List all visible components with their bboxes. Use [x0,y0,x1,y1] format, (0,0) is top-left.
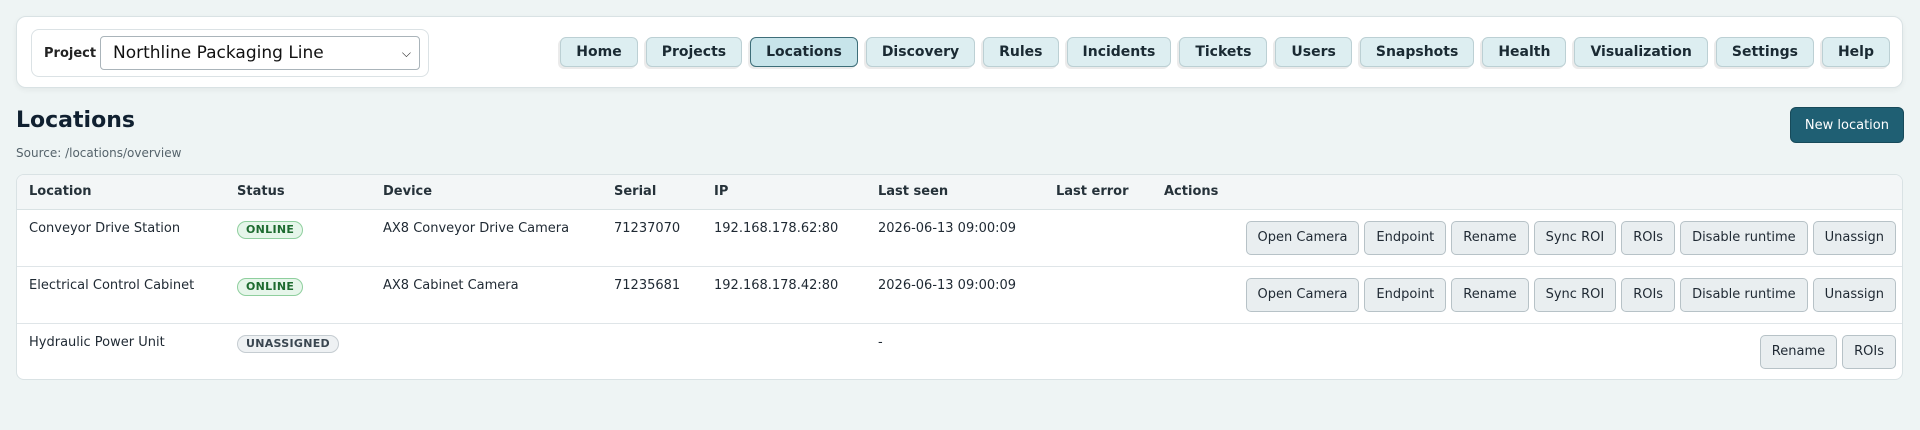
rename-button[interactable]: Rename [1451,221,1529,255]
unassign-button[interactable]: Unassign [1812,221,1896,255]
nav-home-button[interactable]: Home [560,37,638,67]
col-last-error: Last error [1056,184,1129,199]
project-select-value: Northline Packaging Line [113,43,324,63]
sync-roi-button[interactable]: Sync ROI [1533,221,1617,255]
col-ip: IP [714,184,729,199]
last-seen: 2026-06-13 09:00:09 [878,221,1017,236]
endpoint-button[interactable]: Endpoint [1364,278,1447,312]
open-camera-button[interactable]: Open Camera [1245,278,1360,312]
rois-button[interactable]: ROIs [1621,221,1676,255]
chevron-down-icon: ⌵ [401,46,411,60]
nav-snapshots-button[interactable]: Snapshots [1359,37,1475,67]
nav-visualization-button[interactable]: Visualization [1574,37,1708,67]
nav-users-button[interactable]: Users [1275,37,1352,67]
nav-locations-button[interactable]: Locations [750,37,858,67]
col-actions: Actions [1164,184,1219,199]
location-name: Hydraulic Power Unit [29,335,165,350]
row-actions: Rename ROIs [1759,335,1896,369]
source-path: Source: /locations/overview [16,146,182,160]
table-header: Location Status Device Serial IP Last se… [17,175,1902,210]
page-title: Locations [16,108,135,133]
rois-button[interactable]: ROIs [1621,278,1676,312]
nav-incidents-button[interactable]: Incidents [1066,37,1172,67]
disable-runtime-button[interactable]: Disable runtime [1680,221,1808,255]
col-status: Status [237,184,285,199]
device-name: AX8 Cabinet Camera [383,278,519,293]
rois-button[interactable]: ROIs [1842,335,1896,369]
ip-address: 192.168.178.62:80 [714,221,839,236]
nav-discovery-button[interactable]: Discovery [865,37,976,67]
rename-button[interactable]: Rename [1759,335,1838,369]
top-bar: Project Northline Packaging Line ⌵ Home P… [16,16,1903,88]
row-actions: Open Camera Endpoint Rename Sync ROI ROIs Dis… [1245,221,1896,255]
col-last-seen: Last seen [878,184,949,199]
location-name: Conveyor Drive Station [29,221,181,236]
col-device: Device [383,184,433,199]
status-badge: ONLINE [237,278,304,296]
project-label: Project [44,46,97,61]
nav-rules-button[interactable]: Rules [983,37,1059,67]
nav-projects-button[interactable]: Projects [645,37,743,67]
location-name: Electrical Control Cabinet [29,278,195,293]
endpoint-button[interactable]: Endpoint [1364,221,1447,255]
locations-table: Location Status Device Serial IP Last se… [16,174,1903,380]
last-seen: 2026-06-13 09:00:09 [878,278,1017,293]
main-nav: Home Projects Locations Discovery Rules Incid… [560,37,1890,67]
row-actions: Open Camera Endpoint Rename Sync ROI ROIs Dis… [1245,278,1896,312]
unassign-button[interactable]: Unassign [1812,278,1896,312]
project-selector-box: Project Northline Packaging Line ⌵ [31,29,429,77]
status-badge: UNASSIGNED [237,335,339,353]
project-select[interactable]: Northline Packaging Line ⌵ [100,36,420,70]
rename-button[interactable]: Rename [1451,278,1529,312]
table-row: Conveyor Drive Station AX8 Conveyor Drive… [17,210,1902,267]
nav-health-button[interactable]: Health [1482,37,1567,67]
nav-tickets-button[interactable]: Tickets [1179,37,1268,67]
serial-number: 71237070 [614,221,681,236]
nav-help-button[interactable]: Help [1821,37,1890,67]
disable-runtime-button[interactable]: Disable runtime [1680,278,1808,312]
status-badge: ONLINE [237,221,304,239]
sync-roi-button[interactable]: Sync ROI [1533,278,1617,312]
col-location: Location [29,184,92,199]
nav-settings-button[interactable]: Settings [1715,37,1814,67]
device-name: AX8 Conveyor Drive Camera [383,221,570,236]
open-camera-button[interactable]: Open Camera [1245,221,1360,255]
table-row: Electrical Control Cabinet AX8 Cabinet Ca… [17,267,1902,324]
last-seen: - [878,335,883,350]
table-row: Hydraulic Power Unit - UNASSIGNED Rename ROI… [17,324,1902,379]
new-location-button[interactable]: New location [1789,107,1904,143]
serial-number: 71235681 [614,278,681,293]
col-serial: Serial [614,184,657,199]
ip-address: 192.168.178.42:80 [714,278,839,293]
